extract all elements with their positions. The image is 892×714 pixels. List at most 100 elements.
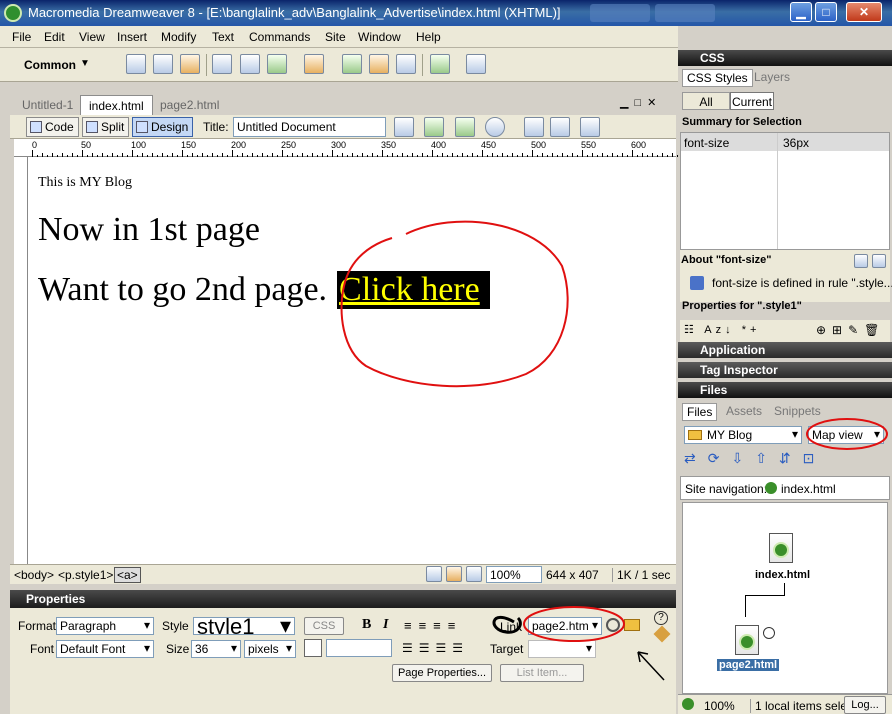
files-panel-header[interactable]: Files xyxy=(678,382,892,398)
visual-aids-icon[interactable] xyxy=(580,117,600,137)
log-button[interactable]: Log... xyxy=(844,696,886,714)
tag-inspector-panel-header[interactable]: Tag Inspector xyxy=(678,362,892,378)
menu-insert[interactable]: Insert xyxy=(117,30,147,44)
ruler-tick xyxy=(82,150,83,157)
browser-check-icon[interactable] xyxy=(394,117,414,137)
maximize-button[interactable]: □ xyxy=(815,2,837,22)
text-color-swatch[interactable] xyxy=(304,639,322,657)
tag-selector-body[interactable]: <body> xyxy=(14,568,54,582)
css-rule-action-icons[interactable]: ⊕⊞✎🗑 xyxy=(816,323,885,337)
split-view-button[interactable]: Split xyxy=(82,117,130,137)
menu-modify[interactable]: Modify xyxy=(161,30,196,44)
chevron-down-icon[interactable]: ▼ xyxy=(80,58,90,69)
tag-selector-a[interactable]: <a> xyxy=(114,567,141,583)
css-button[interactable]: CSS xyxy=(304,617,344,635)
document-window-controls[interactable]: ▁□✕ xyxy=(620,96,662,109)
tab-index-html[interactable]: index.html xyxy=(80,95,153,115)
tag-selector-p[interactable]: <p.style1> xyxy=(58,568,113,582)
tab-untitled-1[interactable]: Untitled-1 xyxy=(14,95,81,115)
html-file-icon[interactable] xyxy=(769,533,793,563)
ruler-tick xyxy=(282,150,283,157)
tag-chooser-icon[interactable] xyxy=(466,54,486,74)
show-cascade-icon[interactable] xyxy=(854,254,868,268)
tab-files[interactable]: Files xyxy=(682,403,718,421)
tab-assets[interactable]: Assets xyxy=(726,404,762,418)
site-select[interactable]: MY Blog xyxy=(684,426,802,444)
bold-button[interactable]: B xyxy=(362,617,371,633)
font-select[interactable]: Default Font xyxy=(56,640,154,658)
current-mode-button[interactable]: Current xyxy=(730,92,774,110)
all-mode-button[interactable]: All xyxy=(682,92,730,110)
menu-file[interactable]: File xyxy=(12,30,31,44)
pointer-tool-icon[interactable] xyxy=(426,566,442,582)
menu-commands[interactable]: Commands xyxy=(249,30,310,44)
dreamweaver-app-icon[interactable] xyxy=(4,4,22,22)
site-name: MY Blog xyxy=(707,428,753,442)
comment-icon[interactable] xyxy=(396,54,416,74)
html-file-icon[interactable] xyxy=(735,625,759,655)
split-view-label: Split xyxy=(101,120,125,134)
menu-help[interactable]: Help xyxy=(416,30,441,44)
align-buttons[interactable]: ≡≡≡≡ xyxy=(404,618,462,633)
window-size[interactable]: 644 x 407 xyxy=(546,568,599,582)
insert-category-label[interactable]: Common xyxy=(24,58,76,72)
media-icon[interactable] xyxy=(304,54,324,74)
download-size: 1K / 1 sec xyxy=(612,568,670,582)
ruler-tick xyxy=(32,150,33,157)
named-anchor-icon[interactable] xyxy=(180,54,200,74)
italic-button[interactable]: I xyxy=(383,617,388,633)
menu-site[interactable]: Site xyxy=(325,30,346,44)
menu-text[interactable]: Text xyxy=(212,30,234,44)
code-view-button[interactable]: Code xyxy=(26,117,79,137)
style-select[interactable]: style1 xyxy=(193,617,295,635)
menu-view[interactable]: View xyxy=(79,30,105,44)
file-management-icon[interactable] xyxy=(455,117,475,137)
link-target-icon xyxy=(763,627,775,639)
ruler-tick xyxy=(132,150,133,157)
image-icon[interactable] xyxy=(267,54,287,74)
ruler-tick xyxy=(532,150,533,157)
tab-page2-html[interactable]: page2.html xyxy=(152,95,227,115)
site-icon xyxy=(682,698,694,710)
tab-css-styles[interactable]: CSS Styles xyxy=(682,69,753,87)
preview-in-browser-icon[interactable] xyxy=(485,117,505,137)
document-title-input[interactable]: Untitled Document xyxy=(233,117,386,137)
date-icon[interactable] xyxy=(342,54,362,74)
refresh-icon[interactable] xyxy=(524,117,544,137)
minimize-button[interactable]: ▁ xyxy=(790,2,812,22)
tab-layers[interactable]: Layers xyxy=(754,70,790,84)
ruler-label: 550 xyxy=(581,140,597,150)
server-side-include-icon[interactable] xyxy=(369,54,389,74)
site-nav-file[interactable]: index.html xyxy=(781,482,836,496)
unit-select[interactable]: pixels xyxy=(244,640,296,658)
text-color-input[interactable] xyxy=(326,639,392,657)
ruler-label: 250 xyxy=(281,140,297,150)
close-button[interactable]: ✕ xyxy=(846,2,882,22)
application-panel-header[interactable]: Application xyxy=(678,342,892,358)
info-icon xyxy=(690,276,704,290)
map-root-file[interactable]: index.html xyxy=(755,569,810,581)
page-properties-button[interactable]: Page Properties... xyxy=(392,664,492,682)
design-view-button[interactable]: Design xyxy=(132,117,194,137)
files-toolbar-icons[interactable]: ⇄⟳⇩⇧⇵⊡ xyxy=(684,450,888,470)
zoom-tool-icon[interactable] xyxy=(466,566,482,582)
templates-icon[interactable] xyxy=(430,54,450,74)
table-icon[interactable] xyxy=(212,54,232,74)
validate-markup-icon[interactable] xyxy=(424,117,444,137)
menu-edit[interactable]: Edit xyxy=(44,30,65,44)
layer-icon[interactable] xyxy=(240,54,260,74)
list-indent-buttons[interactable]: ☰☰☰☰ xyxy=(402,641,469,655)
hyperlink-icon[interactable] xyxy=(126,54,146,74)
email-link-icon[interactable] xyxy=(153,54,173,74)
view-options-icon[interactable] xyxy=(550,117,570,137)
style-label: Style xyxy=(162,619,189,633)
menu-window[interactable]: Window xyxy=(358,30,401,44)
show-info-icon[interactable] xyxy=(872,254,886,268)
css-panel-header[interactable]: CSS xyxy=(678,50,892,66)
css-view-toggle-icons[interactable]: ☷ Az↓ *+ xyxy=(684,323,760,336)
map-child-file[interactable]: page2.html xyxy=(717,659,780,671)
size-select[interactable]: 36 xyxy=(191,640,241,658)
zoom-select[interactable]: 100% xyxy=(486,566,542,583)
hand-tool-icon[interactable] xyxy=(446,566,462,582)
format-select[interactable]: Paragraph xyxy=(56,617,154,635)
